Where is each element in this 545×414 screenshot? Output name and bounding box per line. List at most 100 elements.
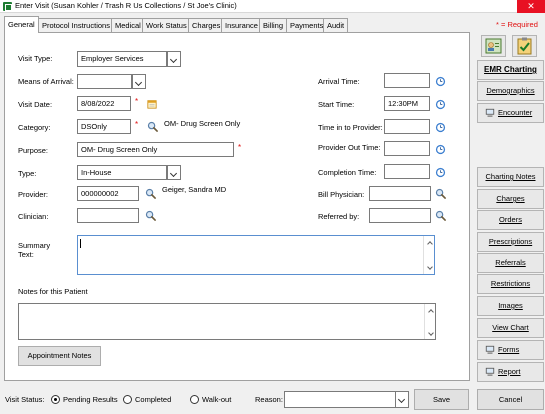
bill-physician-field[interactable] [369,186,431,201]
notes-text-area[interactable] [18,303,436,340]
encounter-button[interactable]: Encounter [477,103,544,123]
category-search-icon[interactable] [147,121,158,132]
referred-by-field[interactable] [369,208,431,223]
monitor-icon [485,367,495,377]
calendar-icon[interactable] [147,99,157,109]
charting-notes-label: Charting Notes [485,172,536,181]
purpose-required-mark: * [238,143,242,152]
walk-out-radio[interactable] [190,395,199,404]
encounter-label: Encounter [498,108,533,117]
means-of-arrival-label: Means of Arrival: [18,77,74,86]
scroll-down-arrow-icon[interactable] [428,331,434,337]
charges-button[interactable]: Charges [477,189,544,209]
notes-label: Notes for this Patient [18,287,88,296]
summary-text-label-line1: Summary [18,241,51,250]
prescriptions-button[interactable]: Prescriptions [477,232,544,252]
clipboard-check-icon [517,37,532,55]
summary-text-area[interactable] [77,235,435,275]
tab-protocol-instructions[interactable]: Protocol Instructions [38,18,114,32]
tab-billing[interactable]: Billing [259,18,288,32]
provider-out-time-clock-icon[interactable] [435,144,446,155]
arrival-time-clock-icon[interactable] [435,76,446,87]
charges-label: Charges [496,194,525,203]
restrictions-button[interactable]: Restrictions [477,274,544,294]
means-of-arrival-select[interactable] [77,74,132,89]
type-label: Type: [18,169,37,178]
category-required-mark: * [135,120,139,129]
provider-out-time-field[interactable] [384,141,430,156]
close-button[interactable]: ✕ [517,0,545,13]
emr-charting-button[interactable]: EMR Charting [477,60,544,80]
reason-select[interactable] [284,391,396,408]
referred-by-search-icon[interactable] [435,210,446,221]
orders-button[interactable]: Orders [477,210,544,230]
scroll-up-arrow-icon[interactable] [428,307,434,313]
type-dropdown-button[interactable] [167,165,181,180]
report-button[interactable]: Report [477,362,544,382]
restrictions-label: Restrictions [490,279,531,288]
referrals-button[interactable]: Referrals [477,253,544,273]
appointment-notes-button[interactable]: Appointment Notes [18,346,101,366]
means-of-arrival-dropdown-button[interactable] [132,74,146,89]
app-icon [3,2,12,11]
cancel-button[interactable]: Cancel [477,389,544,410]
visit-type-select[interactable]: Employer Services [77,51,167,67]
referrals-label: Referrals [495,258,526,267]
referred-by-label: Referred by: [318,212,360,221]
tab-general[interactable]: General [4,16,39,33]
type-select[interactable]: In-House [77,165,167,180]
visit-date-field[interactable]: 8/08/2022 [77,96,131,111]
tab-audit[interactable]: Audit [323,18,349,32]
patient-card-icon [485,38,502,54]
emr-charting-label: EMR Charting [484,65,537,74]
scroll-down-arrow-icon[interactable] [427,265,433,271]
summary-scrollbar[interactable] [423,236,434,274]
view-chart-button[interactable]: View Chart [477,318,544,338]
category-field[interactable]: DSOnly [77,119,131,134]
summary-text-label-line2: Text: [18,250,34,259]
category-description: OM- Drug Screen Only [164,119,241,128]
pending-results-radio[interactable] [51,395,60,404]
tab-payments[interactable]: Payments [286,18,328,32]
start-time-field[interactable]: 12:30PM [384,96,430,111]
reason-label: Reason: [255,395,283,404]
completion-time-field[interactable] [384,164,430,179]
demographics-button[interactable]: Demographics [477,81,544,101]
time-in-to-provider-clock-icon[interactable] [435,122,446,133]
tab-insurance[interactable]: Insurance [221,18,262,32]
completed-radio[interactable] [123,395,132,404]
bill-physician-label: Bill Physician: [318,190,365,199]
tab-charges[interactable]: Charges [188,18,225,32]
reason-dropdown-button[interactable] [395,391,409,408]
charting-notes-button[interactable]: Charting Notes [477,167,544,187]
time-in-to-provider-field[interactable] [384,119,430,134]
scroll-up-arrow-icon[interactable] [427,239,433,245]
window-title: Enter Visit (Susan Kohler / Trash R Us C… [15,1,237,10]
monitor-icon [485,345,495,355]
provider-out-time-label: Provider Out Time: [318,143,381,152]
bill-physician-search-icon[interactable] [435,188,446,199]
completion-time-clock-icon[interactable] [435,167,446,178]
clipboard-check-button[interactable] [512,35,537,57]
arrival-time-field[interactable] [384,73,430,88]
provider-name: Geiger, Sandra MD [162,185,227,194]
clinician-field[interactable] [77,208,139,223]
purpose-field[interactable]: OM- Drug Screen Only [77,142,234,157]
patient-card-button[interactable] [481,35,506,57]
tab-work-status[interactable]: Work Status [142,18,191,32]
provider-search-icon[interactable] [145,188,156,199]
images-button[interactable]: Images [477,296,544,316]
save-button[interactable]: Save [414,389,469,410]
pending-results-label: Pending Results [63,395,118,404]
clinician-search-icon[interactable] [145,210,156,221]
images-label: Images [498,301,523,310]
tab-medical[interactable]: Medical [111,18,145,32]
completion-time-label: Completion Time: [318,168,377,177]
start-time-clock-icon[interactable] [435,99,446,110]
visit-type-dropdown-button[interactable] [167,51,181,67]
notes-scrollbar[interactable] [424,304,435,339]
view-chart-label: View Chart [492,323,529,332]
forms-button[interactable]: Forms [477,340,544,360]
monitor-icon [485,108,495,118]
provider-field[interactable]: 000000002 [77,186,139,201]
